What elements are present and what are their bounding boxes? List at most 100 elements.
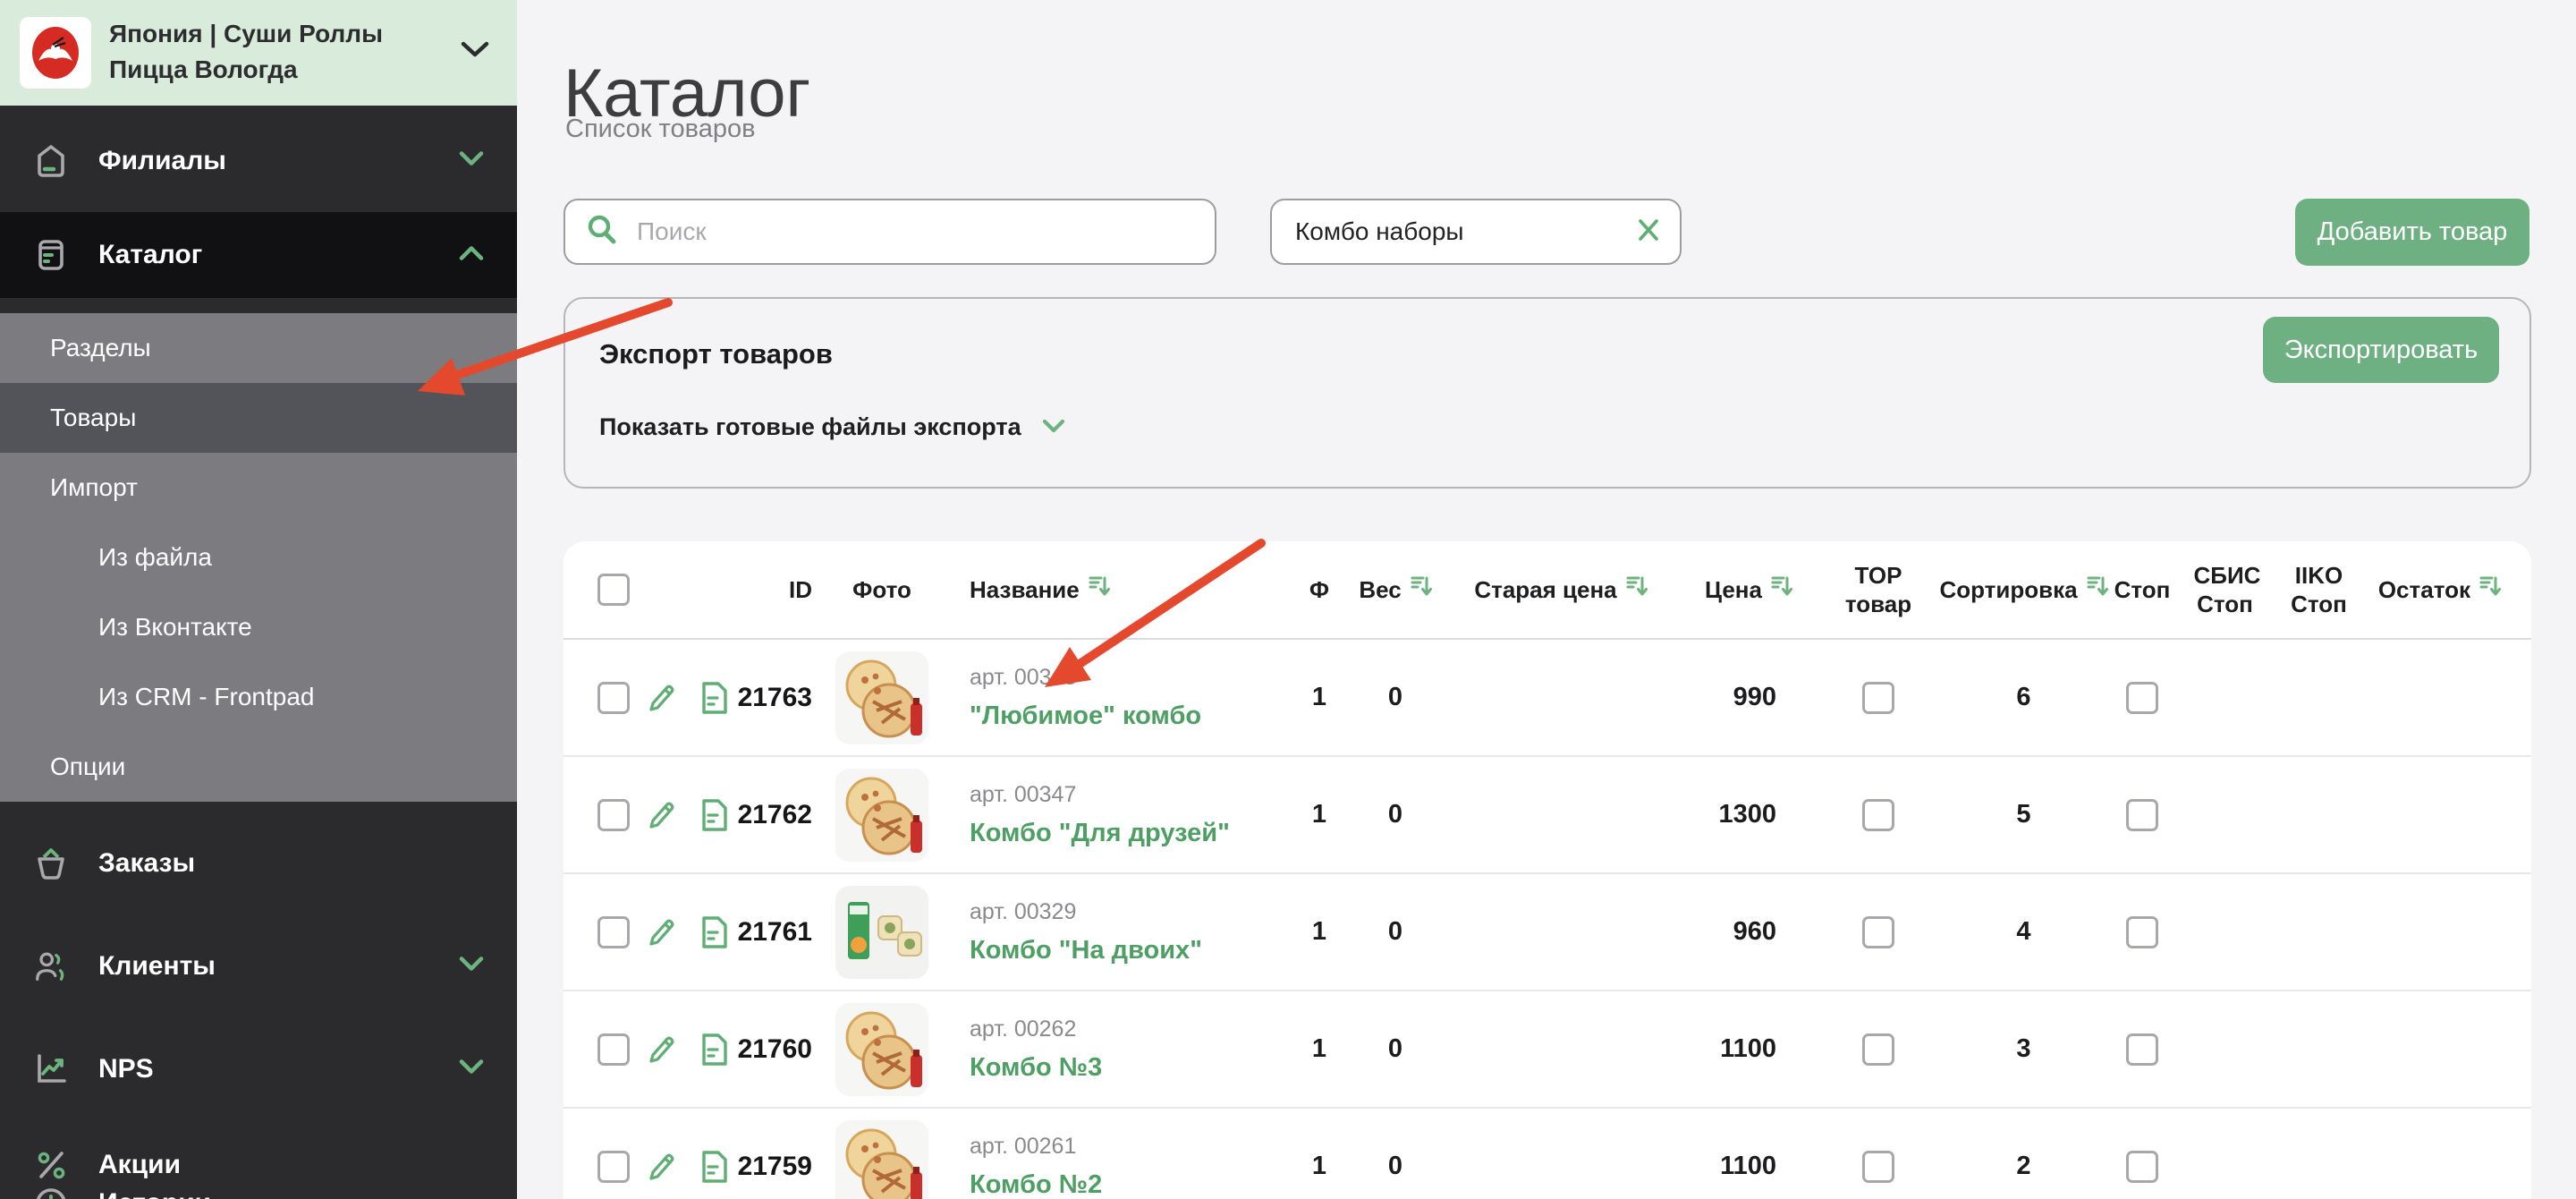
stop-checkbox[interactable] xyxy=(2126,681,2158,714)
sidebar-item-products[interactable]: Товары xyxy=(0,383,517,453)
category-filter-input[interactable] xyxy=(1293,217,1635,247)
page-subtitle: Список товаров xyxy=(565,115,756,143)
sort-icon[interactable] xyxy=(2479,574,2501,605)
product-price: 960 xyxy=(1733,917,1776,946)
sidebar-item-branches[interactable]: Филиалы xyxy=(0,125,517,197)
chevron-down-icon xyxy=(458,1059,485,1081)
row-checkbox[interactable] xyxy=(597,681,630,714)
row-checkbox[interactable] xyxy=(597,1150,630,1183)
sidebar-item-import-vk[interactable]: Из Вконтакте xyxy=(0,592,517,662)
edit-pencil-icon[interactable] xyxy=(644,1149,680,1185)
product-f: 1 xyxy=(1311,917,1327,946)
row-checkbox[interactable] xyxy=(597,1033,630,1066)
sidebar-item-label: Заказы xyxy=(98,848,196,878)
sidebar-item-label: NPS xyxy=(98,1054,154,1084)
product-name-link[interactable]: "Любимое" комбо xyxy=(970,702,1201,731)
edit-pencil-icon[interactable] xyxy=(644,1032,680,1067)
table-row: 21761 арт. 00329 Комбо "На двоих" 1 0 96… xyxy=(564,874,2531,991)
product-f: 1 xyxy=(1311,683,1327,711)
sidebar-item-nps[interactable]: NPS xyxy=(0,1033,517,1105)
chevron-down-icon xyxy=(458,150,485,173)
sidebar-item-options[interactable]: Опции xyxy=(0,732,517,802)
product-name-link[interactable]: Комбо №2 xyxy=(970,1170,1102,1199)
search-input[interactable] xyxy=(635,217,1215,247)
select-all-checkbox[interactable] xyxy=(597,574,630,606)
sort-icon[interactable] xyxy=(1411,574,1432,605)
document-icon[interactable] xyxy=(697,1031,731,1068)
sort-icon[interactable] xyxy=(1771,574,1792,605)
top-checkbox[interactable] xyxy=(1862,798,1894,831)
document-icon[interactable] xyxy=(697,796,731,834)
home-icon xyxy=(32,142,70,180)
export-files-toggle[interactable]: Показать готовые файлы экспорта xyxy=(599,413,1066,441)
product-id: 21760 xyxy=(737,1033,812,1064)
export-button[interactable]: Экспортировать xyxy=(2263,317,2499,383)
product-name-link[interactable]: Комбо "На двоих" xyxy=(970,936,1202,965)
sort-icon[interactable] xyxy=(2087,574,2108,605)
sidebar-item-clients[interactable]: Клиенты xyxy=(0,931,517,1002)
top-checkbox[interactable] xyxy=(1862,1033,1894,1066)
sidebar: Япония | Суши Роллы Пицца Вологда Филиал… xyxy=(0,0,517,1199)
stop-checkbox[interactable] xyxy=(2126,798,2158,831)
product-price: 1300 xyxy=(1718,800,1776,829)
top-checkbox[interactable] xyxy=(1862,681,1894,714)
top-checkbox[interactable] xyxy=(1862,1150,1894,1183)
col-name: Название xyxy=(970,575,1080,603)
product-sorting: 4 xyxy=(2016,917,2031,946)
product-name-link[interactable]: Комбо "Для друзей" xyxy=(970,819,1230,848)
clear-filter-icon[interactable] xyxy=(1635,217,1662,248)
product-art: арт. 00348 xyxy=(970,664,1077,690)
sidebar-item-orders[interactable]: Заказы xyxy=(0,828,517,899)
document-icon[interactable] xyxy=(697,914,731,951)
chart-icon xyxy=(32,1050,70,1088)
product-f: 1 xyxy=(1311,1152,1327,1180)
main-content: Каталог Список товаров Добавить товар Эк… xyxy=(517,0,2576,1199)
row-checkbox[interactable] xyxy=(597,798,630,831)
sidebar-item-label: Истории xyxy=(98,1188,211,1199)
col-iiko-stop: IIKO Стоп xyxy=(2291,561,2347,618)
top-checkbox[interactable] xyxy=(1862,915,1894,948)
sidebar-item-label: Клиенты xyxy=(98,951,216,981)
clock-icon xyxy=(32,1185,70,1199)
col-stock: Остаток xyxy=(2377,575,2470,603)
stop-checkbox[interactable] xyxy=(2126,1150,2158,1183)
product-f: 1 xyxy=(1311,800,1327,829)
product-art: арт. 00347 xyxy=(970,781,1077,807)
product-sorting: 6 xyxy=(2016,683,2031,711)
sidebar-item-stories[interactable]: Истории xyxy=(0,1168,517,1199)
product-price: 990 xyxy=(1733,683,1776,711)
brand-name: Япония | Суши Роллы Пицца Вологда xyxy=(109,20,383,83)
product-id: 21759 xyxy=(737,1151,812,1181)
product-sorting: 3 xyxy=(2016,1034,2031,1063)
edit-pencil-icon[interactable] xyxy=(644,914,680,950)
sort-icon[interactable] xyxy=(1089,574,1110,605)
col-sbis-stop: СБИС Стоп xyxy=(2193,561,2261,618)
edit-pencil-icon[interactable] xyxy=(644,797,680,833)
col-weight: Вес xyxy=(1359,575,1402,603)
people-icon xyxy=(32,948,70,985)
product-weight: 0 xyxy=(1387,1152,1403,1180)
product-name-link[interactable]: Комбо №3 xyxy=(970,1053,1102,1083)
sort-icon[interactable] xyxy=(1626,574,1648,605)
product-art: арт. 00329 xyxy=(970,898,1077,924)
product-f: 1 xyxy=(1311,1034,1327,1063)
sidebar-item-import-file[interactable]: Из файла xyxy=(0,523,517,592)
brand-logo xyxy=(20,17,91,89)
edit-pencil-icon[interactable] xyxy=(644,680,680,716)
add-product-button[interactable]: Добавить товар xyxy=(2295,199,2529,266)
document-icon[interactable] xyxy=(697,679,731,717)
product-price: 1100 xyxy=(1720,1034,1776,1063)
sidebar-item-sections[interactable]: Разделы xyxy=(0,313,517,383)
row-checkbox[interactable] xyxy=(597,915,630,948)
sidebar-item-import[interactable]: Импорт xyxy=(0,453,517,523)
col-id: ID xyxy=(789,575,812,603)
stop-checkbox[interactable] xyxy=(2126,1033,2158,1066)
document-icon[interactable] xyxy=(697,1148,731,1186)
sidebar-item-import-frontpad[interactable]: Из CRM - Frontpad xyxy=(0,662,517,732)
sidebar-item-catalog[interactable]: Каталог xyxy=(0,212,517,298)
search-box xyxy=(564,199,1216,265)
catalog-submenu: Разделы Товары Импорт Из файла Из Вконта… xyxy=(0,313,517,802)
stop-checkbox[interactable] xyxy=(2126,915,2158,948)
product-sorting: 5 xyxy=(2016,800,2031,829)
brand-switcher[interactable]: Япония | Суши Роллы Пицца Вологда xyxy=(0,0,517,106)
